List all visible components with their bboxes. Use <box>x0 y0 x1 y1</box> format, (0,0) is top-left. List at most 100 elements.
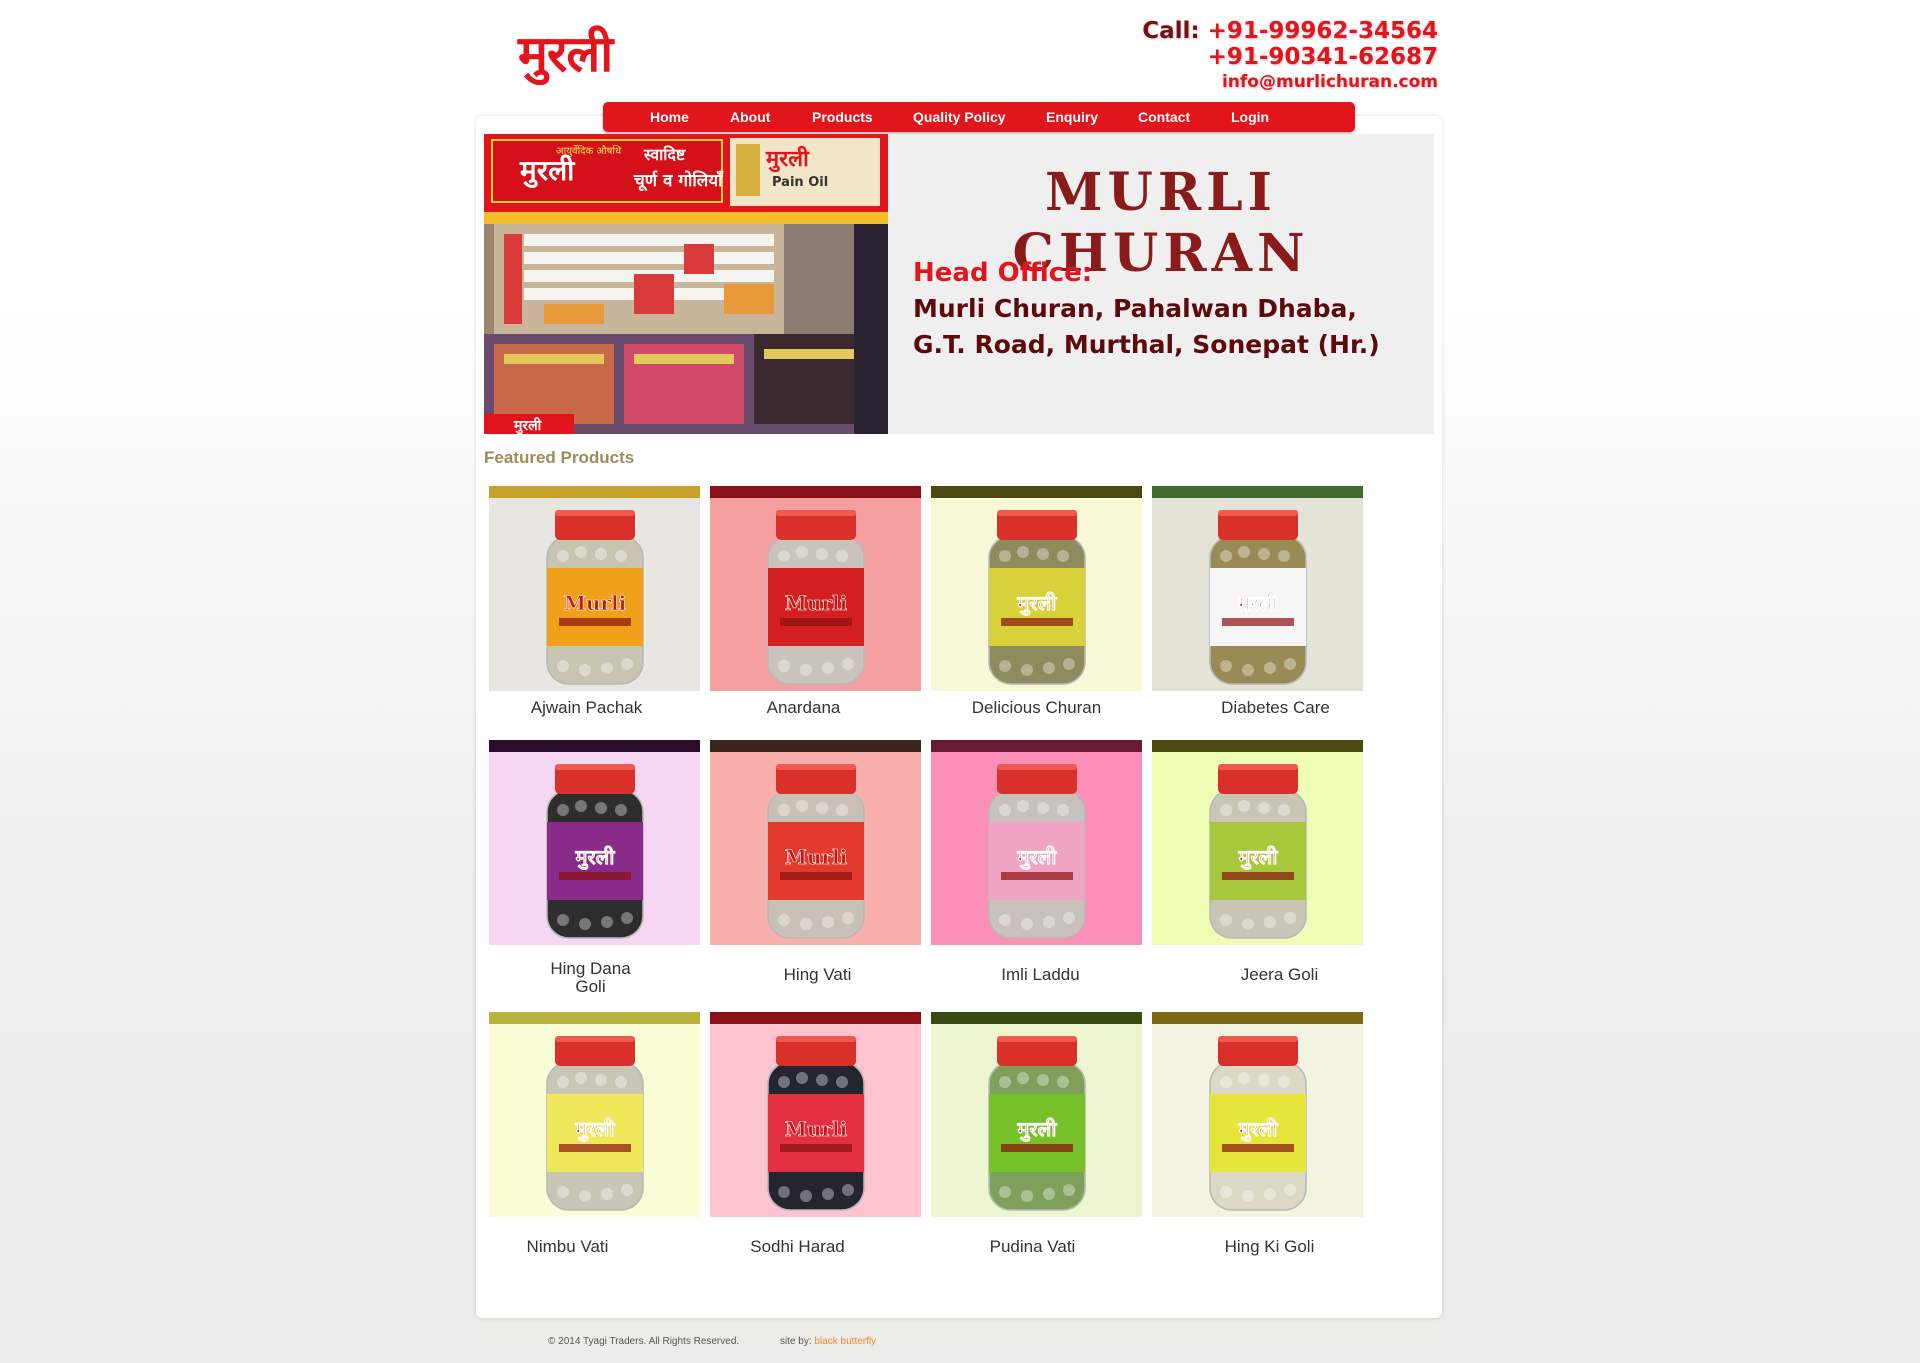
banner-info: MURLI CHURAN Head Office: Murli Churan, … <box>888 134 1434 434</box>
product-card[interactable]: मुरली Hing Ki Goli <box>1152 1012 1363 1256</box>
featured-heading: Featured Products <box>484 448 635 467</box>
product-name[interactable]: Imli Laddu <box>935 966 1146 984</box>
product-name[interactable]: Anardana <box>698 699 909 717</box>
sign-text-3: स्वादिष्ट <box>643 145 686 164</box>
office-address-line-1: Murli Churan, Pahalwan Dhaba, <box>913 294 1357 323</box>
product-card[interactable]: Murli Anardana <box>710 486 921 717</box>
product-stripe <box>489 1012 700 1024</box>
shop-photo: आयुर्वेदिक औषधि मुरली स्वादिष्ट चूर्ण व … <box>484 134 888 434</box>
jar-icon: Murli <box>767 1036 865 1211</box>
product-image[interactable]: मुरली <box>1152 752 1363 945</box>
product-card[interactable]: मुरली Nimbu Vati <box>489 1012 700 1256</box>
jar-label-text: Murli <box>785 845 848 869</box>
product-image[interactable]: मुरली <box>931 1024 1142 1217</box>
product-name[interactable]: Hing Dana Goli <box>485 960 696 996</box>
product-image[interactable]: मुरली <box>931 498 1142 691</box>
office-address-line-2: G.T. Road, Murthal, Sonepat (Hr.) <box>913 330 1380 359</box>
jar-icon: मुरली <box>1209 1036 1307 1211</box>
jar-label-text: Murli <box>785 1117 848 1141</box>
contact-block: Call: +91-99962-34564 +91-90341-62687 in… <box>1142 18 1438 94</box>
product-card[interactable]: मुरली Imli Laddu <box>931 740 1142 984</box>
nav-about[interactable]: About <box>730 109 770 125</box>
product-image[interactable]: Murli <box>489 498 700 691</box>
jar-icon: मुरली <box>546 1036 644 1211</box>
product-card[interactable]: Murli Sodhi Harad <box>710 1012 921 1256</box>
sign-text-4: चूर्ण व गोलियाँ <box>633 170 725 192</box>
credit-link[interactable]: black butterfly <box>814 1336 876 1347</box>
nav-home[interactable]: Home <box>650 109 689 125</box>
product-stripe <box>931 740 1142 752</box>
product-image[interactable]: मुरली <box>1152 498 1363 691</box>
sign-text-6: Pain Oil <box>772 175 828 190</box>
jar-label-text: मुरली <box>1238 591 1279 616</box>
phone-secondary[interactable]: +91-90341-62687 <box>1142 44 1438 70</box>
jar-icon: Murli <box>767 510 865 685</box>
jar-icon: मुरली <box>546 764 644 939</box>
sign-text-7: मुरली <box>513 417 543 434</box>
product-image[interactable]: Murli <box>710 752 921 945</box>
nav-enquiry[interactable]: Enquiry <box>1046 109 1098 125</box>
product-image[interactable]: मुरली <box>489 752 700 945</box>
jar-icon: मुरली <box>988 510 1086 685</box>
product-stripe <box>1152 1012 1363 1024</box>
main-nav: Home About Products Quality Policy Enqui… <box>603 102 1355 132</box>
jar-icon: मुरली <box>1209 764 1307 939</box>
product-card[interactable]: Murli Hing Vati <box>710 740 921 984</box>
product-image[interactable]: मुरली <box>1152 1024 1363 1217</box>
jar-label-text: मुरली <box>1017 845 1058 870</box>
jar-label-text: मुरली <box>1238 845 1279 870</box>
jar-icon: मुरली <box>988 1036 1086 1211</box>
jar-icon: Murli <box>546 510 644 685</box>
product-name[interactable]: Delicious Churan <box>931 699 1142 717</box>
nav-contact[interactable]: Contact <box>1138 109 1190 125</box>
jar-label-text: मुरली <box>575 845 616 870</box>
call-line: Call: +91-99962-34564 <box>1142 18 1438 44</box>
product-card[interactable]: मुरली Hing Dana Goli <box>489 740 700 996</box>
nav-login[interactable]: Login <box>1231 109 1269 125</box>
product-card[interactable]: मुरली Pudina Vati <box>931 1012 1142 1256</box>
product-image[interactable]: Murli <box>710 1024 921 1217</box>
product-card[interactable]: मुरली Diabetes Care <box>1152 486 1363 717</box>
product-name[interactable]: Ajwain Pachak <box>481 699 692 717</box>
product-name[interactable]: Sodhi Harad <box>692 1238 903 1256</box>
product-name[interactable]: Diabetes Care <box>1170 699 1381 717</box>
product-name[interactable]: Jeera Goli <box>1174 966 1385 984</box>
call-label: Call: <box>1142 18 1200 44</box>
phone-primary[interactable]: +91-99962-34564 <box>1208 18 1438 44</box>
product-stripe <box>710 486 921 498</box>
product-name[interactable]: Hing Vati <box>712 966 923 984</box>
jar-label-text: मुरली <box>1238 1117 1279 1142</box>
sign-text-2: मुरली <box>519 154 576 188</box>
product-name[interactable]: Nimbu Vati <box>462 1238 673 1256</box>
credit-label: site by: <box>779 1336 812 1347</box>
product-name[interactable]: Pudina Vati <box>927 1238 1138 1256</box>
email-link[interactable]: info@murlichuran.com <box>1142 70 1438 94</box>
copyright-text: © 2014 Tyagi Traders. All Rights Reserve… <box>548 1336 740 1347</box>
product-image[interactable]: मुरली <box>489 1024 700 1217</box>
product-card[interactable]: Murli Ajwain Pachak <box>489 486 700 717</box>
jar-icon: Murli <box>767 764 865 939</box>
nav-products[interactable]: Products <box>812 109 873 125</box>
product-stripe <box>931 1012 1142 1024</box>
product-stripe <box>1152 486 1363 498</box>
product-card[interactable]: मुरली Jeera Goli <box>1152 740 1363 984</box>
product-card[interactable]: मुरली Delicious Churan <box>931 486 1142 717</box>
jar-label-text: Murli <box>564 591 627 615</box>
head-office-label: Head Office: <box>913 258 1093 288</box>
product-stripe <box>710 740 921 752</box>
product-stripe <box>1152 740 1363 752</box>
jar-icon: मुरली <box>1209 510 1307 685</box>
site-logo[interactable]: मुरली <box>518 18 613 86</box>
jar-icon: मुरली <box>988 764 1086 939</box>
footer: © 2014 Tyagi Traders. All Rights Reserve… <box>548 1336 876 1347</box>
product-name[interactable]: Hing Ki Goli <box>1164 1238 1375 1256</box>
product-image[interactable]: Murli <box>710 498 921 691</box>
shop-illustration: आयुर्वेदिक औषधि मुरली स्वादिष्ट चूर्ण व … <box>484 134 888 434</box>
product-stripe <box>931 486 1142 498</box>
sign-text-5: मुरली <box>765 145 810 173</box>
product-stripe <box>489 486 700 498</box>
nav-quality-policy[interactable]: Quality Policy <box>913 109 1006 125</box>
jar-label-text: Murli <box>785 591 848 615</box>
product-image[interactable]: मुरली <box>931 752 1142 945</box>
jar-label-text: मुरली <box>575 1117 616 1142</box>
